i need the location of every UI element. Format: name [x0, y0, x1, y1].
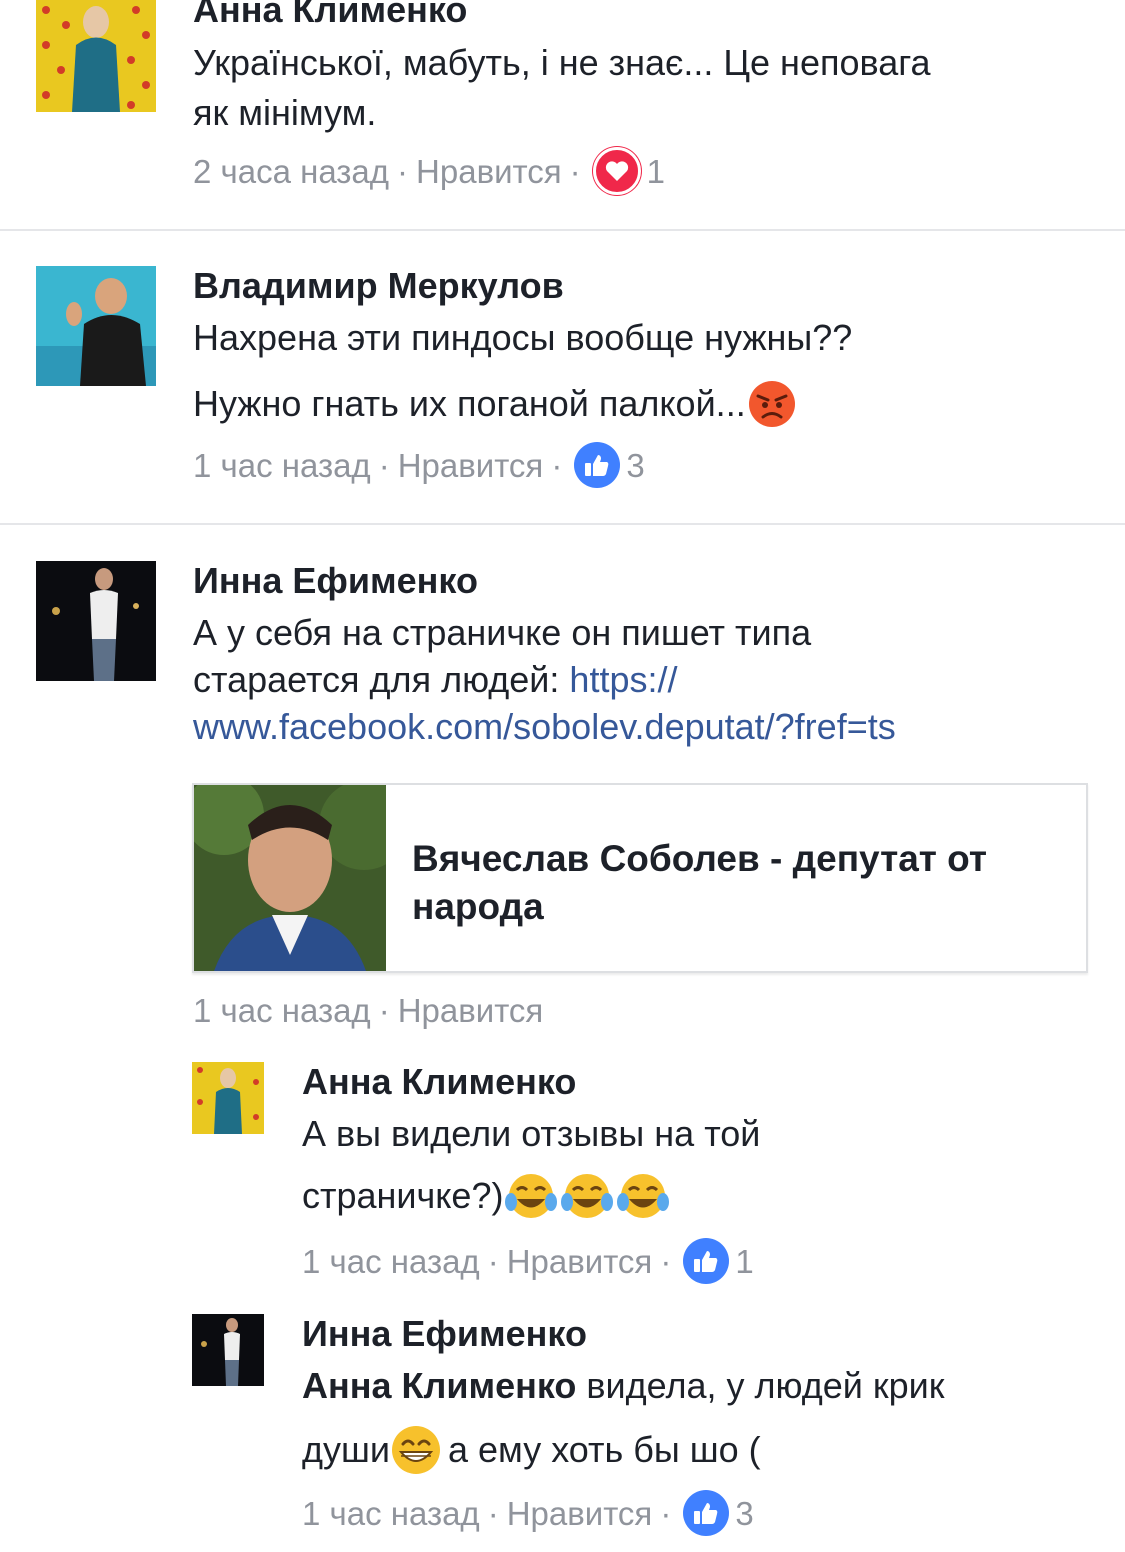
comment-text-line: Української, мабуть, і не знає... Це неп…: [193, 42, 931, 83]
comment-timestamp[interactable]: 1 час назад: [193, 449, 371, 482]
separator: ·: [660, 1494, 672, 1532]
reply-meta: 1 час назад · Нравится · 3: [302, 1490, 754, 1536]
reply-text-line: Анна Клименко видела, у людей крик: [302, 1368, 945, 1404]
reply-author[interactable]: Анна Клименко: [302, 1064, 576, 1100]
reply-text: страничке?): [302, 1175, 504, 1216]
avatar[interactable]: [192, 1314, 264, 1386]
comment-text-line: старается для людей: https://: [193, 662, 677, 698]
avatar[interactable]: [36, 561, 156, 681]
separator: ·: [551, 446, 563, 484]
tears-of-joy-icon: [561, 1174, 614, 1218]
reply-text-line: души а ему хоть бы шо (: [302, 1424, 761, 1476]
reply-author[interactable]: Инна Ефименко: [302, 1316, 587, 1352]
comment-author[interactable]: Инна Ефименко: [193, 563, 478, 599]
grinning-face-icon: [392, 1426, 440, 1474]
link-preview-title[interactable]: Вячеслав Соболев - депутат от народа: [412, 835, 1052, 931]
like-reaction-icon[interactable]: [683, 1490, 730, 1536]
reaction-count[interactable]: 1: [735, 1245, 753, 1278]
comment-meta: 2 часа назад · Нравится · 1: [193, 147, 665, 195]
like-button[interactable]: Нравится: [398, 449, 544, 482]
url-link[interactable]: https://: [569, 659, 677, 700]
like-reaction-icon[interactable]: [574, 442, 621, 488]
reaction-count[interactable]: 1: [647, 155, 665, 188]
like-button[interactable]: Нравится: [507, 1497, 653, 1530]
angry-face-icon: [748, 381, 795, 427]
comment-timestamp[interactable]: 2 часа назад: [193, 155, 389, 188]
separator: ·: [378, 446, 390, 484]
mention-link[interactable]: Анна Клименко: [302, 1365, 576, 1406]
comment-author[interactable]: Владимир Меркулов: [193, 268, 564, 304]
link-preview-card[interactable]: Вячеслав Соболев - депутат от народа: [192, 783, 1088, 973]
separator: ·: [569, 152, 581, 190]
separator: ·: [660, 1242, 672, 1280]
like-button[interactable]: Нравится: [398, 994, 544, 1027]
tears-of-joy-icon: [505, 1174, 558, 1218]
comment-author[interactable]: Анна Клименко: [193, 0, 467, 28]
url-link[interactable]: www.facebook.com/sobolev.deputat/?fref=t…: [193, 709, 896, 745]
divider: [0, 523, 1125, 525]
reply-text-line: страничке?): [302, 1172, 671, 1220]
link-preview-image[interactable]: [194, 785, 386, 971]
avatar[interactable]: [192, 1062, 264, 1134]
avatar[interactable]: [36, 266, 156, 386]
divider: [0, 229, 1125, 231]
separator: ·: [397, 152, 409, 190]
comment-meta: 1 час назад · Нравится: [193, 987, 543, 1033]
reply-text: души: [302, 1429, 390, 1470]
like-button[interactable]: Нравится: [416, 155, 562, 188]
comment-text-line: А у себя на страничке он пишет типа: [193, 612, 812, 653]
comment-meta: 1 час назад · Нравится · 3: [193, 442, 645, 488]
reply-timestamp[interactable]: 1 час назад: [302, 1245, 480, 1278]
comment-text-line: як мінімум.: [193, 92, 377, 133]
reply-meta: 1 час назад · Нравится · 1: [302, 1238, 754, 1284]
reply-text-line: А вы видели отзывы на той: [302, 1113, 761, 1154]
reply-text: видела, у людей крик: [576, 1365, 945, 1406]
reply-text: а ему хоть бы шо (: [448, 1429, 761, 1470]
avatar[interactable]: [36, 0, 156, 112]
comment-text: Нужно гнать их поганой палкой...: [193, 383, 746, 424]
like-button[interactable]: Нравится: [507, 1245, 653, 1278]
comment-text-line: Нахрена эти пиндосы вообще нужны??: [193, 317, 853, 358]
love-reaction-icon[interactable]: [592, 147, 641, 195]
comment-text-line: Нужно гнать их поганой палкой...: [193, 380, 796, 428]
like-reaction-icon[interactable]: [683, 1238, 730, 1284]
reaction-count[interactable]: 3: [626, 449, 644, 482]
reaction-count[interactable]: 3: [735, 1497, 753, 1530]
comment-timestamp[interactable]: 1 час назад: [193, 994, 371, 1027]
separator: ·: [487, 1494, 499, 1532]
separator: ·: [487, 1242, 499, 1280]
tears-of-joy-icon: [617, 1174, 670, 1218]
separator: ·: [378, 991, 390, 1029]
reply-timestamp[interactable]: 1 час назад: [302, 1497, 480, 1530]
comment-text: старается для людей:: [193, 659, 570, 700]
